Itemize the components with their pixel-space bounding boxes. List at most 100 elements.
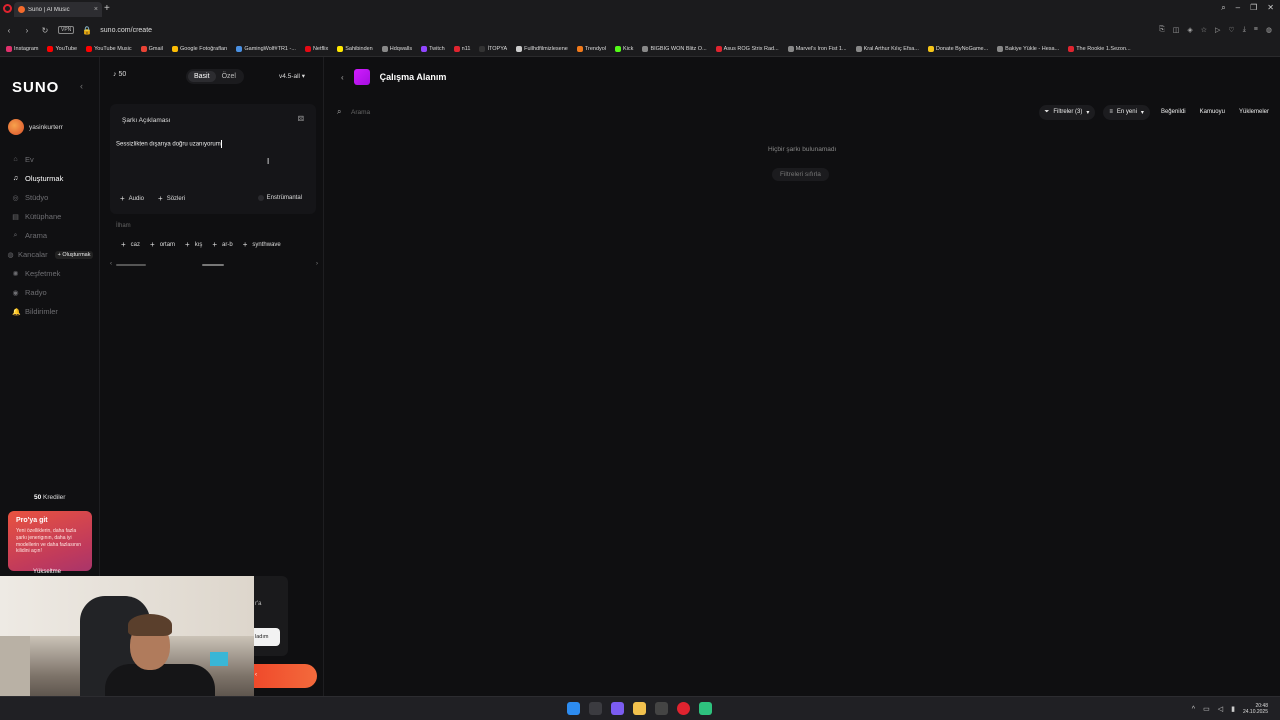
close-tab-icon[interactable]: × [94, 6, 98, 13]
bookmark-item[interactable]: Bakiye Yükle - Hesa... [997, 45, 1059, 52]
windows-start-icon[interactable] [567, 702, 580, 715]
suno-logo[interactable]: SUNO [12, 79, 59, 96]
sort-button[interactable]: ≡ En yeni ▾ [1103, 104, 1150, 120]
tray-chevron-icon[interactable]: ^ [1192, 706, 1195, 713]
bookmark-item[interactable]: YouTube [47, 45, 77, 52]
sidebar-item-keşfetmek[interactable]: ✺ Keşfetmek [12, 264, 98, 283]
network-icon[interactable]: ▭ [1203, 705, 1210, 713]
camera-icon[interactable]: ◫ [1173, 26, 1180, 34]
dice-icon[interactable]: ⚄ [298, 115, 304, 123]
bookmark-item[interactable]: Trendyol [576, 45, 606, 52]
bookmark-item[interactable]: Twitch [421, 45, 445, 52]
bookmark-item[interactable]: Donate ByNoGame... [927, 45, 988, 52]
reset-filters-button[interactable]: Filtreleri sıfırla [772, 168, 829, 181]
battery-icon[interactable]: ▮ [1231, 705, 1235, 713]
bookmark-item[interactable]: Sahibinden [337, 45, 373, 52]
inspiration-tag[interactable]: + kış [185, 240, 202, 249]
menu-icon[interactable]: ≡ [1254, 26, 1258, 34]
download-icon[interactable]: ⤓ [1243, 26, 1246, 34]
mode-custom-button[interactable]: Özel [216, 71, 242, 82]
sidebar-item-ev[interactable]: ⌂ Ev [12, 150, 98, 169]
add-audio-button[interactable]: + Audio [120, 194, 144, 203]
create-button-fragment[interactable] [254, 664, 317, 688]
speaker-icon[interactable]: ◁ [1218, 705, 1223, 713]
sidebar-item-arama[interactable]: ⌕ Arama [12, 226, 98, 245]
bookmark-item[interactable]: Marvel's Iron Fist 1... [787, 45, 847, 52]
bookmark-item[interactable]: Asus ROG Strix Rad... [715, 45, 779, 52]
clock[interactable]: 20:48 24.10.2025 [1243, 703, 1268, 715]
bookmark-item[interactable]: Netflix [304, 45, 328, 52]
mode-simple-button[interactable]: Basit [188, 71, 216, 82]
bookmark-item[interactable]: n11 [453, 45, 470, 52]
scroll-thumb-secondary[interactable] [202, 264, 224, 266]
upgrade-button[interactable]: Yükseltme [33, 569, 61, 575]
collapse-sidebar-icon[interactable]: ‹ [80, 81, 83, 91]
sidebar-item-kütüphane[interactable]: ▤ Kütüphane [12, 207, 98, 226]
liked-filter-button[interactable]: Beğenildi [1158, 105, 1189, 119]
back-icon[interactable]: ‹ [4, 26, 14, 35]
user-profile[interactable]: yasinkurterr [8, 119, 63, 135]
back-chevron-icon[interactable]: ‹ [341, 73, 344, 82]
bookmark-item[interactable]: Kick [615, 45, 633, 52]
song-description-input[interactable]: Sessizlikten dışarıya doğru uzanıyorum [116, 140, 222, 148]
new-tab-icon[interactable]: + [104, 3, 110, 14]
profile-icon[interactable]: ◍ [1266, 26, 1272, 34]
search-tabs-icon[interactable]: ⌕ [1221, 3, 1225, 13]
scroll-right-icon[interactable]: › [316, 261, 318, 267]
bookmark-item[interactable]: The Rookie 1.Sezon... [1068, 45, 1131, 52]
popup-button[interactable]: ladım [254, 628, 280, 646]
instrumental-toggle[interactable]: Enstrümantal [257, 195, 302, 201]
opera-taskbar-icon[interactable] [677, 702, 690, 715]
reload-icon[interactable]: ↻ [40, 26, 50, 35]
bookmark-item[interactable]: BIGBIG WON Blitz O... [642, 45, 707, 52]
minimize-icon[interactable]: – [1236, 3, 1240, 13]
opera-logo-icon[interactable] [3, 4, 12, 13]
file-explorer-icon[interactable] [633, 702, 646, 715]
bookmark-item[interactable]: Google Fotoğrafları [171, 45, 227, 52]
forward-icon[interactable]: › [22, 26, 32, 35]
hooks-create-badge[interactable]: + Oluşturmak [54, 250, 94, 259]
close-window-icon[interactable]: ✕ [1267, 3, 1274, 13]
scroll-thumb[interactable] [116, 264, 146, 266]
tags-scrollbar[interactable]: ‹ › [110, 261, 318, 268]
inspiration-tag[interactable]: + synthwave [243, 240, 281, 249]
extension-icon[interactable]: ◈ [1187, 26, 1192, 34]
uploads-filter-button[interactable]: Yüklemeler [1236, 105, 1272, 119]
bookmark-item[interactable]: Gmail [140, 45, 163, 52]
inspiration-tag[interactable]: + caz [121, 240, 140, 249]
inspiration-tag[interactable]: + ar-b [212, 240, 232, 249]
add-lyrics-button[interactable]: + Sözleri [158, 194, 185, 203]
sidebar-item-stüdyo[interactable]: ◎ Stüdyo [12, 188, 98, 207]
bookmark-star-icon[interactable]: ☆ [1201, 26, 1207, 34]
browser-tab[interactable]: Suno | AI Music × [14, 2, 102, 17]
share-icon[interactable]: ⎘ [1159, 26, 1165, 34]
workspace-search-input[interactable] [351, 108, 951, 116]
public-filter-button[interactable]: Kamuoyu [1197, 105, 1228, 119]
sidebar-item-oluşturmak[interactable]: ♫ Oluşturmak [12, 169, 98, 188]
bookmark-item[interactable]: Instagram [6, 45, 38, 52]
player-icon[interactable]: ▷ [1215, 26, 1220, 34]
bookmark-item[interactable]: GamingWolf#TR1 -... [236, 45, 296, 52]
bookmark-item[interactable]: İTOPYA [479, 45, 507, 52]
heart-icon[interactable]: ♡ [1228, 26, 1234, 34]
sidebar-item-hooks[interactable]: ◍ Kancalar + Oluşturmak [7, 245, 98, 264]
bookmark-item[interactable]: Kral Arthur Kılıç Efsa... [855, 45, 919, 52]
credits-pill[interactable]: ♪ 50 [113, 71, 126, 78]
calendar-app-icon[interactable] [655, 702, 668, 715]
taskbar-search-icon[interactable] [589, 702, 602, 715]
model-version-select[interactable]: v4.5-all ▾ [279, 72, 305, 80]
pro-upgrade-card[interactable]: Pro'ya git Yeni özelliklerin, daha fazla… [8, 511, 92, 575]
bookmark-item[interactable]: YouTube Music [86, 45, 132, 52]
url-field[interactable]: suno.com/create [100, 27, 152, 34]
bookmark-item[interactable]: Hdqwalls [381, 45, 412, 52]
sidebar-item-bildirimler[interactable]: 🔔 Bildirimler [12, 302, 98, 321]
app-taskbar-icon[interactable] [699, 702, 712, 715]
vpn-badge[interactable]: VPN [58, 26, 75, 34]
bookmark-item[interactable]: Fullhdfilmizlesene [516, 45, 568, 52]
discord-icon[interactable] [611, 702, 624, 715]
scroll-left-icon[interactable]: ‹ [110, 261, 112, 267]
sidebar-item-radyo[interactable]: ◉ Radyo [12, 283, 98, 302]
inspiration-tag[interactable]: + ortam [150, 240, 175, 249]
maximize-icon[interactable]: ❐ [1250, 3, 1257, 13]
filters-button[interactable]: ⏷ Filtreler (3) ▾ [1038, 104, 1096, 120]
